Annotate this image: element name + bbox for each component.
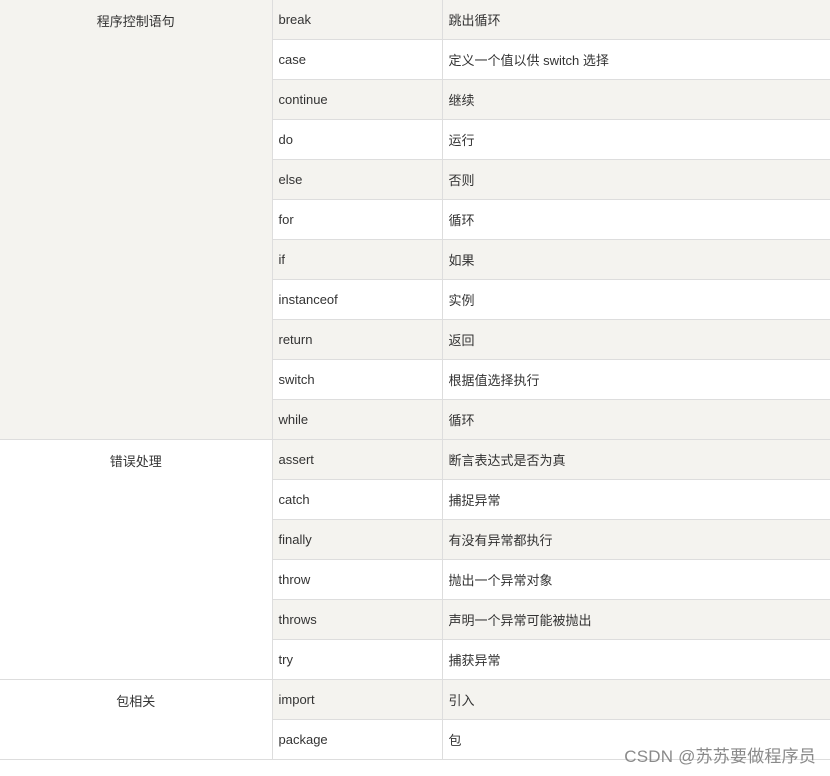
keyword-cell: throw [271,559,443,600]
description-cell: 循环 [441,199,830,240]
keyword-table: 程序控制语句 break 跳出循环 case 定义一个值以供 switch 选择… [0,0,830,760]
description-cell: 循环 [441,399,830,440]
keyword-cell: return [271,319,443,360]
description-cell: 否则 [441,159,830,200]
keyword-cell: switch [271,359,443,400]
description-cell: 断言表达式是否为真 [441,439,830,480]
description-cell: 如果 [441,239,830,280]
description-cell: 捕捉异常 [441,479,830,520]
description-cell: 跳出循环 [441,0,830,40]
group-label-control-flow: 程序控制语句 [0,0,273,440]
keyword-cell: import [271,679,443,720]
keyword-cell: try [271,639,443,680]
description-cell: 声明一个异常可能被抛出 [441,599,830,640]
keyword-cell: catch [271,479,443,520]
description-cell: 捕获异常 [441,639,830,680]
table-row: 错误处理 assert 断言表达式是否为真 [0,439,830,680]
watermark: CSDN @苏苏要做程序员 [624,747,816,766]
keyword-cell: for [271,199,443,240]
keyword-cell: package [271,719,443,760]
keyword-cell: finally [271,519,443,560]
keyword-cell: while [271,399,443,440]
table-row: 包相关 import 引入 [0,679,830,760]
group-label-error-handling: 错误处理 [0,439,273,680]
description-cell: 有没有异常都执行 [441,519,830,560]
description-cell: 实例 [441,279,830,320]
description-cell: 继续 [441,79,830,120]
keyword-cell: continue [271,79,443,120]
description-cell: 返回 [441,319,830,360]
description-cell: 定义一个值以供 switch 选择 [441,39,830,80]
keyword-cell: if [271,239,443,280]
keyword-cell: break [271,0,443,40]
description-cell: 抛出一个异常对象 [441,559,830,600]
group-label-package: 包相关 [0,679,273,760]
keyword-cell: else [271,159,443,200]
keyword-cell: do [271,119,443,160]
keyword-cell: case [271,39,443,80]
keyword-cell: assert [271,439,443,480]
keyword-table-body: 程序控制语句 break 跳出循环 case 定义一个值以供 switch 选择… [0,0,830,760]
keyword-cell: instanceof [271,279,443,320]
description-cell: 根据值选择执行 [441,359,830,400]
description-cell: 引入 [441,679,830,720]
keyword-cell: throws [271,599,443,640]
table-row: 程序控制语句 break 跳出循环 [0,0,830,440]
description-cell: 运行 [441,119,830,160]
